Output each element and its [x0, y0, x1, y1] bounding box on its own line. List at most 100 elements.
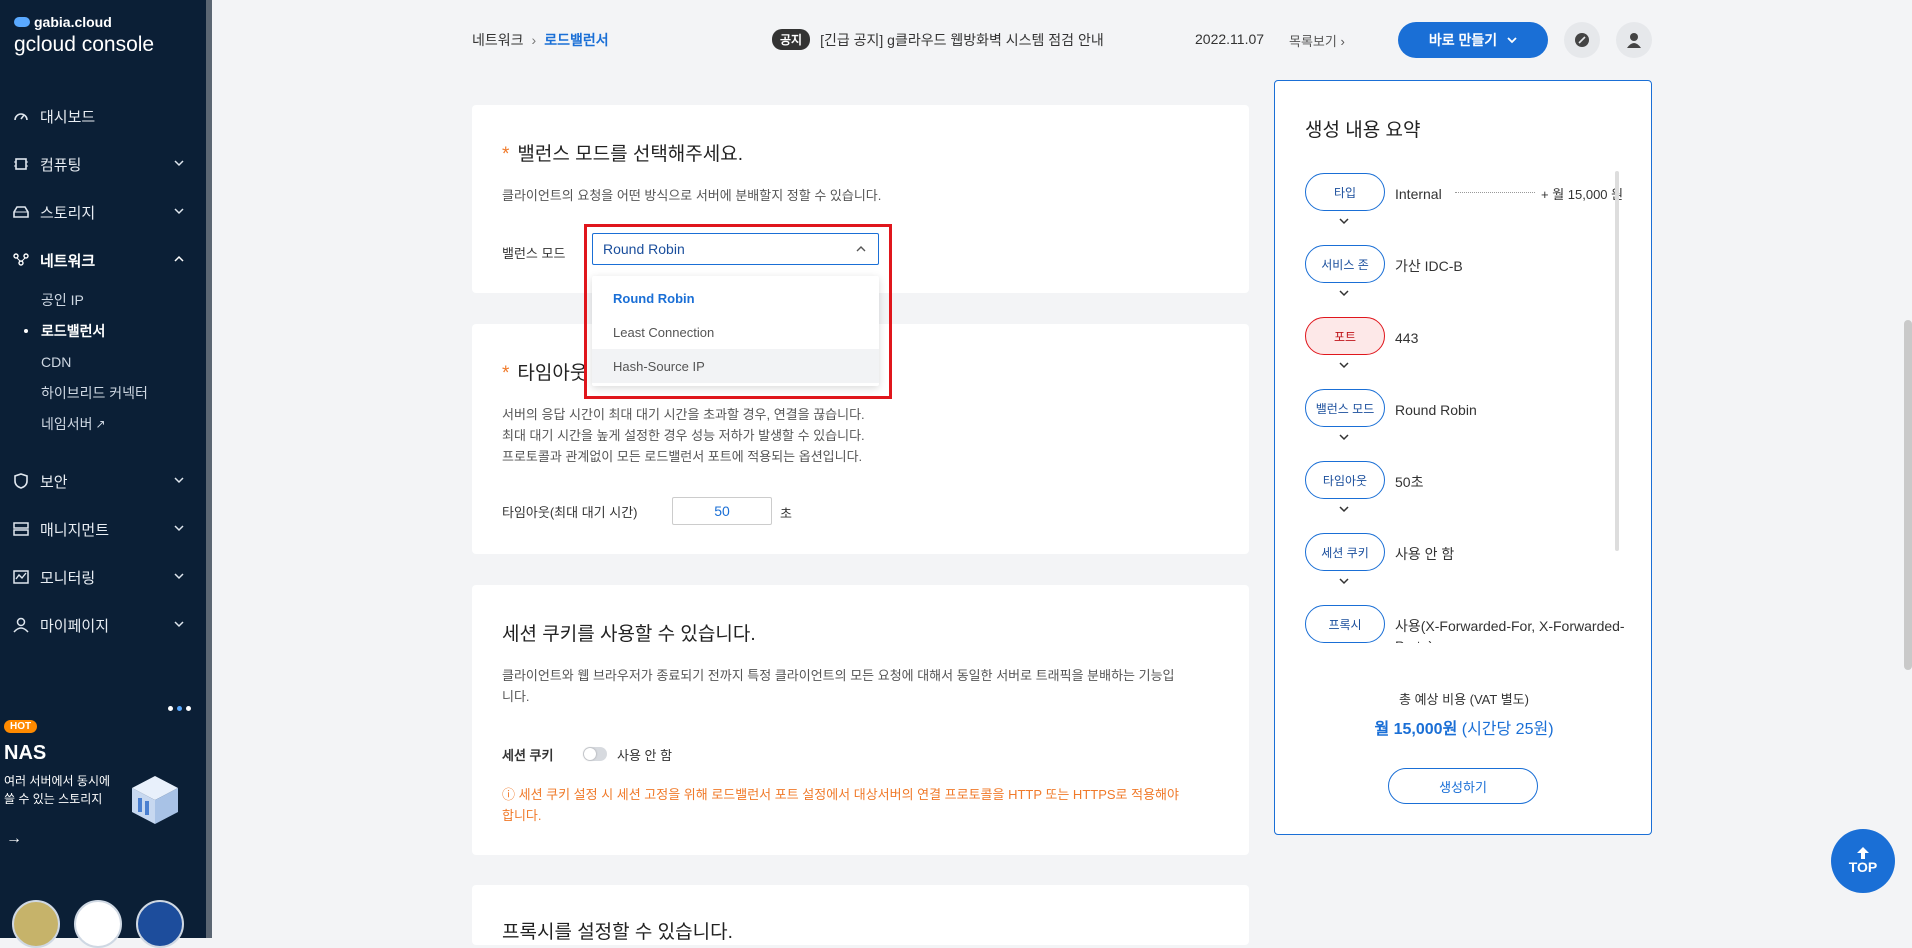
notice-date: 2022.11.07	[1195, 31, 1265, 47]
summary-pill: 밸런스 모드	[1305, 389, 1385, 427]
summary-pill: 세션 쿠키	[1305, 533, 1385, 571]
scroll-top-button[interactable]: TOP	[1831, 829, 1895, 893]
user-icon	[12, 616, 30, 634]
balance-mode-desc: 클라이언트의 요청을 어떤 방식으로 서버에 분배할지 정할 수 있습니다.	[502, 188, 882, 203]
chat-button[interactable]	[1564, 22, 1600, 58]
proxy-title: 프록시를 설정할 수 있습니다.	[502, 922, 733, 943]
total-cost-label: 총 예상 비용 (VAT 별도)	[1399, 692, 1529, 707]
create-button[interactable]: 생성하기	[1388, 768, 1538, 804]
chevron-up-icon	[174, 255, 184, 262]
session-cookie-toggle[interactable]	[583, 747, 607, 761]
cert-badge-icon	[12, 900, 60, 948]
arrow-right-icon[interactable]: →	[6, 830, 22, 848]
dotted-leader	[1455, 192, 1535, 193]
sidebar-item-label: 마이페이지	[40, 617, 110, 635]
chevron-down-icon	[1339, 506, 1349, 513]
timeout-label: 타임아웃(최대 대기 시간)	[502, 505, 638, 520]
sidebar-subitem-public-ip[interactable]: 공인 IP	[0, 284, 206, 315]
monitor-icon	[12, 568, 30, 586]
chevron-down-icon	[174, 525, 184, 532]
summary-list: 타입 Internal + 월 15,000 원 서비스 존 가산 IDC-B …	[1305, 173, 1625, 643]
sidebar-subitem-nameserver[interactable]: 네임서버 ↗	[0, 408, 206, 439]
network-icon	[12, 251, 30, 269]
sidebar-item-computing[interactable]: 컴퓨팅	[0, 140, 206, 188]
page-scrollbar[interactable]	[1904, 320, 1912, 670]
carousel-dots[interactable]	[168, 706, 191, 711]
sidebar: gabia.cloud gcloud console 대시보드 컴퓨팅 스토리지…	[0, 0, 212, 948]
chevron-down-icon	[174, 160, 184, 167]
sidebar-item-dashboard[interactable]: 대시보드	[0, 92, 206, 140]
cloud-service-badge-icon	[74, 900, 122, 948]
user-icon	[1627, 33, 1641, 48]
summary-row-session: 세션 쿠키 사용 안 함	[1305, 533, 1625, 605]
sidebar-item-label: 매니지먼트	[40, 521, 110, 539]
summary-value: 50초	[1395, 474, 1424, 490]
chevron-down-icon	[1339, 362, 1349, 369]
notice-text[interactable]: [긴급 공지] g클라우드 웹방화벽 시스템 점검 안내	[820, 30, 1104, 50]
cpu-icon	[12, 155, 30, 173]
cloud-logo-icon	[14, 17, 30, 27]
sidebar-subitem-hybrid-connector[interactable]: 하이브리드 커넥터	[0, 377, 206, 408]
total-cost-value: 월 15,000원 (시간당 25원)	[1374, 721, 1554, 738]
summary-row-proxy: 프록시 사용(X-Forwarded-For, X-Forwarded-Prot…	[1305, 605, 1625, 643]
summary-pill: 서비스 존	[1305, 245, 1385, 283]
summary-panel: 생성 내용 요약 타입 Internal + 월 15,000 원 서비스 존 …	[1274, 80, 1652, 835]
notice-bar[interactable]: 공지 [긴급 공지] g클라우드 웹방화벽 시스템 점검 안내	[772, 29, 1104, 50]
summary-scrollbar[interactable]	[1615, 171, 1619, 551]
chevron-down-icon	[1339, 578, 1349, 585]
timeout-input[interactable]: 50	[672, 497, 772, 525]
breadcrumb: 네트워크 › 로드밸런서	[472, 30, 609, 50]
session-cookie-label: 세션 쿠키	[502, 748, 554, 763]
summary-row-timeout: 타임아웃 50초	[1305, 461, 1625, 533]
gauge-icon	[12, 107, 30, 125]
sidebar-item-storage[interactable]: 스토리지	[0, 188, 206, 236]
summary-value: 사용(X-Forwarded-For, X-Forwarded-Proto)	[1395, 618, 1625, 643]
breadcrumb-parent[interactable]: 네트워크	[472, 30, 524, 50]
summary-value: 사용 안 함	[1395, 546, 1455, 562]
balance-mode-label: 밸런스 모드	[502, 246, 566, 261]
summary-title: 생성 내용 요약	[1305, 120, 1421, 141]
certification-badges	[12, 900, 184, 948]
brand-top-text: gabia.cloud	[34, 14, 112, 30]
summary-pill: 포트	[1305, 317, 1385, 355]
quick-create-button[interactable]: 바로 만들기	[1398, 22, 1548, 58]
sidebar-subitem-cdn[interactable]: CDN	[0, 346, 206, 377]
sidebar-scrollbar[interactable]	[206, 0, 212, 938]
sidebar-item-mypage[interactable]: 마이페이지	[0, 601, 206, 649]
sidebar-subitem-load-balancer[interactable]: 로드밸런서	[0, 315, 206, 346]
top-bar: 네트워크 › 로드밸런서 공지 [긴급 공지] g클라우드 웹방화벽 시스템 점…	[212, 0, 1912, 80]
summary-row-balance: 밸런스 모드 Round Robin	[1305, 389, 1625, 461]
breadcrumb-current: 로드밸런서	[544, 32, 609, 48]
summary-value: 가산 IDC-B	[1395, 258, 1463, 274]
sidebar-item-network[interactable]: 네트워크	[0, 236, 206, 284]
promo-desc: 여러 서버에서 동시에 쓸 수 있는 스토리지	[4, 774, 111, 806]
sidebar-item-security[interactable]: 보안	[0, 457, 206, 505]
highlight-box	[584, 224, 892, 399]
chevron-down-icon	[174, 477, 184, 484]
hot-badge: HOT	[4, 720, 38, 733]
summary-row-type: 타입 Internal + 월 15,000 원	[1305, 173, 1625, 245]
timeout-title: * 타임아웃	[502, 363, 588, 384]
sidebar-item-label: 네트워크	[40, 252, 96, 270]
promo-banner[interactable]: HOT NAS 여러 서버에서 동시에 쓸 수 있는 스토리지 →	[0, 700, 206, 880]
chat-icon	[1575, 33, 1589, 47]
csap-badge-icon	[136, 900, 184, 948]
chevron-down-icon	[1339, 290, 1349, 297]
notice-list-link[interactable]: 목록보기 ›	[1289, 31, 1345, 50]
profile-button[interactable]	[1616, 22, 1652, 58]
brand-main-text: gcloud console	[14, 33, 155, 56]
summary-row-port: 포트 443	[1305, 317, 1625, 389]
chevron-down-icon	[174, 573, 184, 580]
sidebar-item-management[interactable]: 매니지먼트	[0, 505, 206, 553]
chevron-down-icon	[174, 621, 184, 628]
summary-pill: 타임아웃	[1305, 461, 1385, 499]
chevron-right-icon: ›	[1340, 34, 1345, 49]
sidebar-item-monitoring[interactable]: 모니터링	[0, 553, 206, 601]
breadcrumb-separator: ›	[531, 32, 537, 48]
external-link-icon: ↗	[95, 416, 106, 431]
session-cookie-warning: ⓘ 세션 쿠키 설정 시 세션 고정을 위해 로드밸런서 포트 설정에서 대상서…	[502, 787, 1179, 823]
brand-logo[interactable]: gabia.cloud gcloud console	[14, 14, 154, 57]
summary-value: 443	[1395, 330, 1419, 346]
storage-cube-icon	[132, 776, 178, 824]
summary-pill: 타입	[1305, 173, 1385, 211]
